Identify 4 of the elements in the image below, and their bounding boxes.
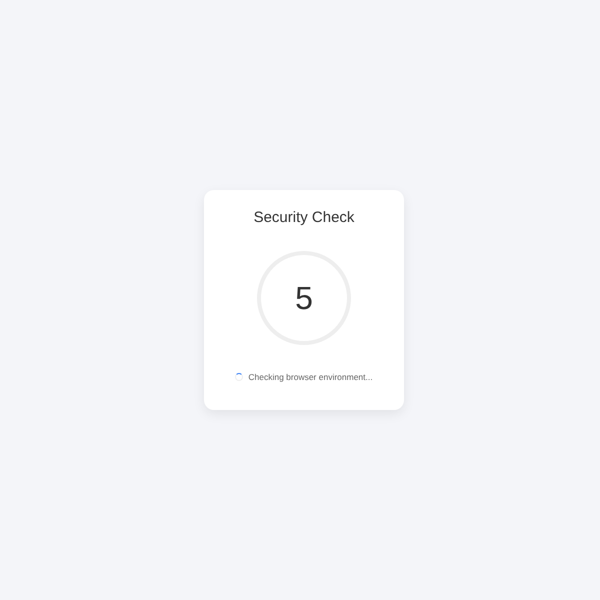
status-text: Checking browser environment... (248, 372, 373, 382)
countdown-ring: 5 (257, 251, 351, 345)
spinner-icon (235, 373, 244, 381)
card-title: Security Check (254, 209, 354, 227)
